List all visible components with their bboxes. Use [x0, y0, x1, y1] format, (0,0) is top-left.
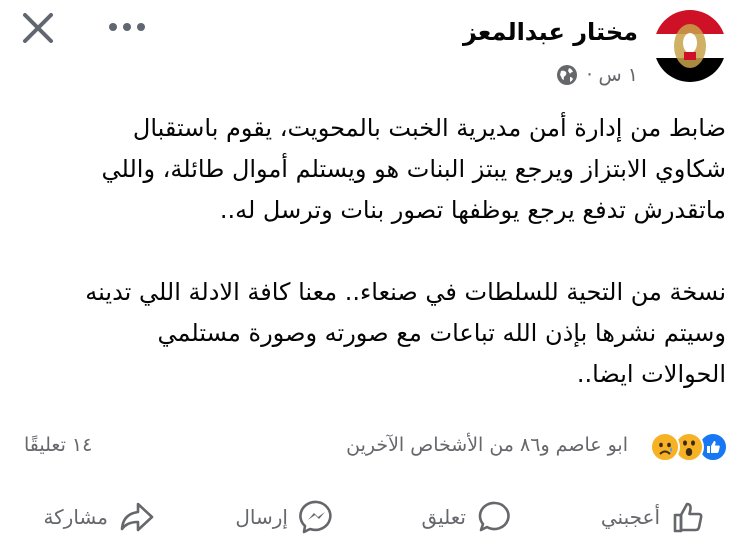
comment-icon	[478, 501, 510, 532]
action-bar: أعجبني تعليق إرسال مشاركة	[0, 488, 750, 548]
send-button[interactable]: إرسال	[235, 498, 336, 536]
post-line: الحوالات ايضا..	[576, 360, 726, 388]
reaction-icons[interactable]	[650, 432, 728, 462]
post-paragraph-2: نسخة من التحية للسلطات في صنعاء.. معنا ك…	[26, 272, 726, 395]
like-button[interactable]: أعجبني	[601, 498, 708, 536]
reactions-bar: ابو عاصم و٨٦ من الأشخاص الآخرين ١٤ تعليق…	[0, 426, 750, 466]
comment-label: تعليق	[421, 505, 466, 529]
thumbs-up-icon	[673, 502, 703, 533]
avatar[interactable]	[654, 10, 726, 82]
post-line: وسيتم نشرها بإذن الله تباعات مع صورته وص…	[157, 319, 726, 347]
post-text: ضابط من إدارة أمن مديرية الخبت بالمحويت،…	[26, 108, 726, 436]
post-paragraph-1: ضابط من إدارة أمن مديرية الخبت بالمحويت،…	[26, 108, 726, 231]
close-button[interactable]	[18, 8, 58, 48]
close-icon	[23, 13, 53, 43]
post-line: ماتقدرش تدفع يرجع يوظفها تصور بنات وترسل…	[219, 196, 726, 224]
yemen-flag-emblem-icon	[654, 10, 726, 82]
post-header: مختار عبدالمعز ١ س ·	[0, 0, 750, 100]
share-button[interactable]: مشاركة	[43, 498, 156, 536]
share-icon	[120, 502, 154, 532]
reactors-summary[interactable]: ابو عاصم و٨٦ من الأشخاص الآخرين	[346, 434, 628, 456]
post-line: شكاوي الابتزاز ويرجع يبتز البنات هو ويست…	[101, 155, 726, 183]
post-meta: ١ س ·	[556, 64, 638, 86]
post-line: نسخة من التحية للسلطات في صنعاء.. معنا ك…	[85, 278, 726, 306]
more-options-button[interactable]	[104, 12, 150, 42]
more-horizontal-icon	[109, 23, 145, 31]
share-label: مشاركة	[43, 505, 108, 529]
like-label: أعجبني	[600, 505, 660, 529]
globe-icon	[557, 65, 578, 85]
send-label: إرسال	[235, 505, 288, 529]
comment-button[interactable]: تعليق	[421, 498, 514, 536]
sad-icon	[650, 432, 680, 462]
messenger-icon	[299, 500, 332, 534]
author-name[interactable]: مختار عبدالمعز	[463, 18, 638, 46]
post-time[interactable]: ١ س ·	[586, 64, 638, 86]
post-line: ضابط من إدارة أمن مديرية الخبت بالمحويت،…	[132, 114, 726, 142]
comments-count[interactable]: ١٤ تعليقًا	[24, 434, 92, 456]
